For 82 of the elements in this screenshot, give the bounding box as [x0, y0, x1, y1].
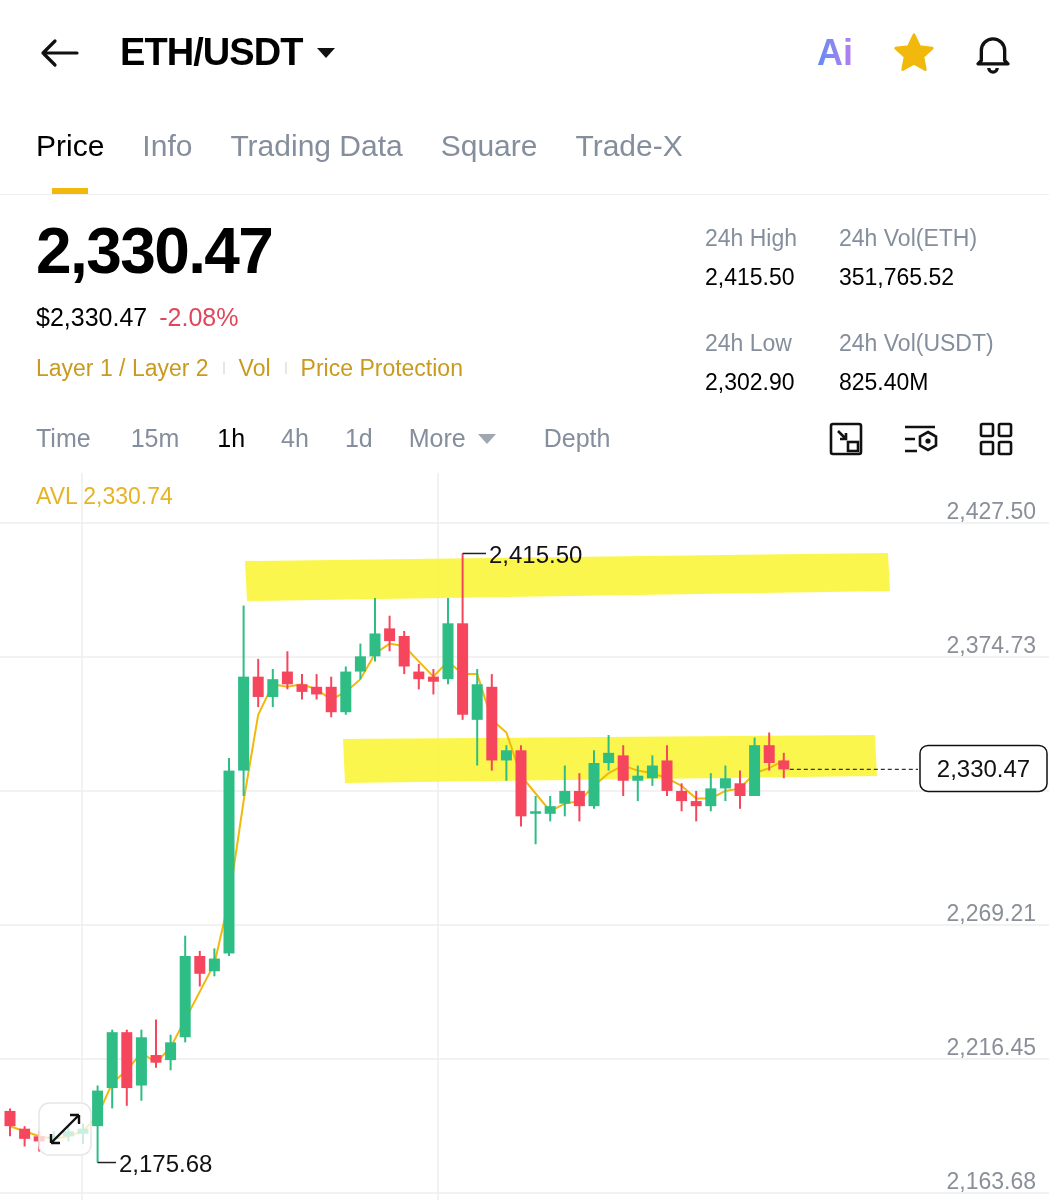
candlestick — [559, 764, 571, 818]
expand-button[interactable] — [38, 1102, 92, 1156]
leader-line — [96, 1161, 117, 1164]
candlestick — [427, 668, 439, 696]
interval-tab[interactable]: More — [408, 420, 496, 458]
axis-label: 2,427.50 — [946, 498, 1036, 524]
candlestick — [573, 772, 585, 823]
leader-line — [461, 552, 487, 555]
pair-selector[interactable]: ETH/USDT — [120, 24, 337, 81]
interval-tab[interactable]: 4h — [281, 420, 309, 458]
stat-value: 351,765.52 — [839, 262, 956, 292]
tab[interactable]: Price — [36, 123, 105, 194]
last-price: 2,330.47 — [36, 219, 274, 283]
axis-label: 2,269.21 — [946, 900, 1036, 926]
tag-link[interactable]: Price Protection — [300, 350, 463, 385]
axis-label: 2,374.73 — [946, 632, 1036, 658]
stat-value: 825.40M — [839, 367, 930, 397]
tag-link[interactable]: Vol — [238, 350, 271, 385]
candlestick — [661, 744, 673, 797]
candlestick — [194, 949, 206, 988]
candlestick — [646, 754, 658, 787]
indicator-icon[interactable] — [903, 423, 939, 455]
stat-value: 2,415.50 — [705, 262, 796, 292]
caret-icon — [316, 46, 337, 59]
candlestick — [603, 734, 615, 772]
candlestick — [165, 1033, 177, 1072]
candlestick — [500, 744, 512, 782]
min-price-label: 2,175.68 — [119, 1149, 213, 1177]
candlestick — [530, 795, 542, 846]
candlestick — [19, 1125, 31, 1148]
candlestick — [150, 1018, 162, 1069]
stat-label: 24h Vol(ETH) — [839, 224, 979, 253]
candlestick — [588, 749, 600, 810]
candlestick — [632, 764, 644, 803]
candlestick — [705, 772, 717, 813]
avl-label: AVL 2,330.74 — [36, 483, 173, 509]
candlestick — [749, 736, 761, 797]
candlestick — [690, 789, 702, 823]
candlestick — [398, 629, 410, 676]
interval-tab[interactable]: Depth — [543, 420, 611, 458]
stat-label: 24h High — [705, 224, 799, 253]
interval-tab[interactable]: 1d — [344, 420, 373, 458]
candlestick — [719, 764, 731, 803]
candlestick — [676, 782, 688, 813]
tab[interactable]: Trading Data — [230, 123, 403, 194]
candlestick — [281, 650, 293, 691]
stat-label: 24h Vol(USDT) — [839, 329, 995, 358]
axis-label: 2,163.68 — [946, 1168, 1036, 1194]
candlestick — [734, 769, 746, 810]
tab[interactable]: Square — [440, 123, 538, 194]
axis-label: 2,216.45 — [946, 1034, 1036, 1060]
candlestick — [763, 731, 775, 772]
chart-settings-icon[interactable] — [829, 422, 863, 456]
candlestick — [311, 673, 323, 701]
tab[interactable]: Info — [142, 123, 193, 194]
candlestick — [208, 947, 220, 978]
price-change: -2.08% — [159, 302, 239, 333]
candlestick — [413, 662, 425, 691]
candlestick — [340, 665, 352, 716]
tag-link[interactable]: Layer 1 / Layer 2 — [36, 350, 209, 385]
current-price-tag: 2,330.47 — [919, 744, 1048, 793]
stat-value: 2,302.90 — [705, 367, 796, 397]
candlestick — [252, 657, 264, 709]
interval-tab[interactable]: Time — [36, 420, 91, 458]
candlestick — [267, 668, 279, 709]
favorite-star-icon[interactable] — [893, 32, 935, 73]
usd-price: $2,330.47 — [36, 302, 148, 333]
candlestick — [544, 795, 556, 823]
candlestick — [296, 673, 308, 701]
candlestick — [4, 1107, 16, 1138]
candlestick — [384, 614, 396, 653]
grid-layout-icon[interactable] — [979, 422, 1013, 456]
candlestick — [325, 675, 337, 719]
tab[interactable]: Trade-X — [575, 123, 683, 194]
caret-icon — [477, 434, 496, 444]
candlestick — [617, 744, 629, 797]
candlestick — [354, 642, 366, 681]
candlestick — [369, 596, 381, 663]
stat-label: 24h Low — [705, 329, 793, 358]
interval-tab[interactable]: 1h — [217, 420, 246, 458]
candlestick — [778, 751, 790, 780]
interval-tab[interactable]: 15m — [130, 420, 180, 458]
